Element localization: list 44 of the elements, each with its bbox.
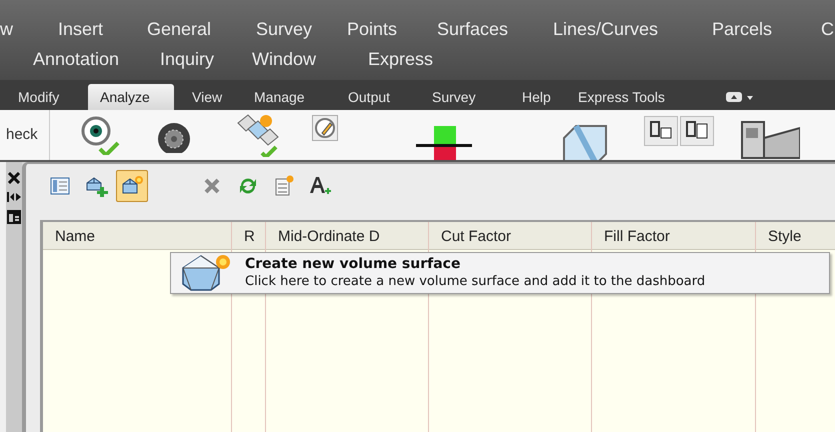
ribbon-tab[interactable]: Help [512, 84, 568, 110]
menu-item[interactable]: General [147, 14, 256, 44]
ribbon-tab[interactable]: Express Tools [568, 84, 718, 110]
ribbon-tab[interactable]: Survey [422, 84, 512, 110]
column-header[interactable]: Fill Factor [592, 222, 755, 250]
menu-item[interactable]: Window [252, 44, 368, 74]
properties-icon[interactable] [7, 210, 21, 224]
close-icon [203, 177, 221, 195]
ribbon-tab[interactable]: View [182, 84, 244, 110]
column-header[interactable]: R [232, 222, 265, 250]
ribbon-tab[interactable]: Analyze [88, 84, 174, 110]
column-header[interactable]: Cut Factor [429, 222, 591, 250]
menu-item[interactable]: Points [347, 14, 437, 44]
cube-icon[interactable] [562, 124, 608, 160]
tooltip-text: Click here to create a new volume surface and add it to the dashboard [245, 273, 706, 291]
column-header[interactable]: Style [756, 222, 835, 250]
close-icon[interactable] [8, 172, 20, 184]
tooltip-title: Create new volume surface [245, 255, 462, 273]
refresh-icon [237, 176, 259, 196]
text-add-icon [308, 175, 332, 197]
document-icon [274, 175, 294, 197]
column-header[interactable]: Mid-Ordinate D [266, 222, 428, 250]
menu-item[interactable]: Annotation [33, 44, 160, 74]
menu-item[interactable]: Express [368, 44, 488, 74]
pencil-icon[interactable] [312, 115, 338, 141]
columns-icon [50, 177, 70, 195]
ribbon-tab[interactable]: Manage [244, 84, 338, 110]
menu-item[interactable]: w [0, 14, 58, 44]
resize-icon[interactable] [7, 192, 21, 202]
menu-item[interactable]: Survey [256, 14, 347, 44]
panel-label: heck [0, 110, 50, 160]
ribbon-tab[interactable]: Output [338, 84, 422, 110]
column-header[interactable]: Name [43, 222, 231, 250]
menu-item[interactable]: Surfaces [437, 14, 553, 44]
toolbar-button[interactable] [116, 170, 148, 202]
ribbon-tab[interactable]: Modify [8, 84, 88, 110]
surface-add-icon [84, 175, 108, 197]
menu-item[interactable]: Lines/Curves [553, 14, 712, 44]
menu-item[interactable]: Insert [58, 14, 147, 44]
eye-check-icon[interactable] [80, 115, 120, 155]
panel-toggle-icon[interactable] [726, 91, 754, 103]
menu-item[interactable]: Parcels [712, 14, 821, 44]
menu-item[interactable]: C [821, 14, 833, 44]
menu-item[interactable]: Inquiry [160, 44, 252, 74]
